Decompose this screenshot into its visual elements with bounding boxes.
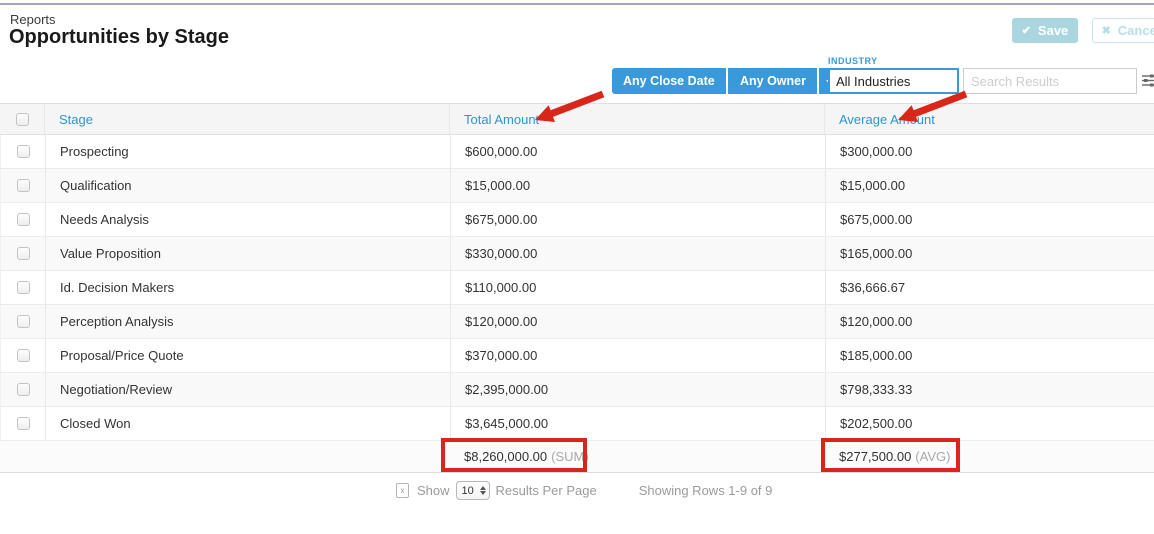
average-amount-cell: $798,333.33 xyxy=(826,373,1154,406)
row-checkbox-cell xyxy=(1,407,46,440)
total-amount-cell: $2,395,000.00 xyxy=(451,373,826,406)
filter-sliders-icon[interactable] xyxy=(1142,74,1154,87)
row-checkbox[interactable] xyxy=(17,417,30,430)
row-checkbox[interactable] xyxy=(17,383,30,396)
x-icon: ✖ xyxy=(1102,24,1111,37)
total-amount-cell: $600,000.00 xyxy=(451,135,826,168)
page-size-value: 10 xyxy=(462,485,474,497)
row-checkbox-cell xyxy=(1,135,46,168)
sum-cell: $8,260,000.00 (SUM) xyxy=(450,441,825,472)
pagination-footer: x Show 10 Results Per Page Showing Rows … xyxy=(396,481,772,500)
stage-cell: Perception Analysis xyxy=(46,305,451,338)
action-buttons: ✔ Save ✖ Cancel xyxy=(1012,18,1154,43)
stage-cell: Value Proposition xyxy=(46,237,451,270)
average-amount-cell: $202,500.00 xyxy=(826,407,1154,440)
avg-cell: $277,500.00 (AVG) xyxy=(825,441,1154,472)
stage-cell: Prospecting xyxy=(46,135,451,168)
table-row: Proposal/Price Quote $370,000.00 $185,00… xyxy=(0,339,1154,373)
average-amount-column-header-cell: Average Amount xyxy=(825,104,1154,134)
industry-label: INDUSTRY xyxy=(828,56,959,66)
row-checkbox[interactable] xyxy=(17,247,30,260)
close-date-filter-button[interactable]: Any Close Date xyxy=(612,68,726,94)
export-icon[interactable]: x xyxy=(396,483,409,498)
page-size-select[interactable]: 10 xyxy=(456,481,490,500)
stage-cell: Qualification xyxy=(46,169,451,202)
table-row: Value Proposition $330,000.00 $165,000.0… xyxy=(0,237,1154,271)
top-divider xyxy=(0,3,1154,5)
cancel-button-label: Cancel xyxy=(1118,23,1154,38)
industry-filter: INDUSTRY All Industries xyxy=(828,56,959,94)
total-amount-column-header-cell: Total Amount xyxy=(450,104,825,134)
row-checkbox[interactable] xyxy=(17,179,30,192)
table-row: Closed Won $3,645,000.00 $202,500.00 xyxy=(0,407,1154,441)
table-row: Id. Decision Makers $110,000.00 $36,666.… xyxy=(0,271,1154,305)
stage-cell: Id. Decision Makers xyxy=(46,271,451,304)
row-checkbox[interactable] xyxy=(17,213,30,226)
average-amount-cell: $36,666.67 xyxy=(826,271,1154,304)
breadcrumb[interactable]: Reports xyxy=(10,12,56,27)
show-label: Show xyxy=(417,483,450,498)
industry-select[interactable]: All Industries xyxy=(828,68,959,94)
stage-cell: Closed Won xyxy=(46,407,451,440)
average-amount-cell: $120,000.00 xyxy=(826,305,1154,338)
row-checkbox[interactable] xyxy=(17,349,30,362)
average-amount-cell: $15,000.00 xyxy=(826,169,1154,202)
owner-filter: Any Owner xyxy=(729,68,840,94)
row-checkbox-cell xyxy=(1,373,46,406)
table-row: Perception Analysis $120,000.00 $120,000… xyxy=(0,305,1154,339)
avg-value: $277,500.00 xyxy=(839,449,911,464)
total-amount-cell: $110,000.00 xyxy=(451,271,826,304)
total-amount-cell: $330,000.00 xyxy=(451,237,826,270)
select-all-checkbox[interactable] xyxy=(16,113,29,126)
total-amount-cell: $675,000.00 xyxy=(451,203,826,236)
row-checkbox-cell xyxy=(1,203,46,236)
total-amount-cell: $3,645,000.00 xyxy=(451,407,826,440)
page-title: Opportunities by Stage xyxy=(9,26,229,49)
average-amount-column-header[interactable]: Average Amount xyxy=(839,112,935,127)
row-checkbox[interactable] xyxy=(17,281,30,294)
row-checkbox-cell xyxy=(1,339,46,372)
table-row: Negotiation/Review $2,395,000.00 $798,33… xyxy=(0,373,1154,407)
total-amount-cell: $120,000.00 xyxy=(451,305,826,338)
stage-column-header-cell: Stage xyxy=(45,104,450,134)
cancel-button[interactable]: ✖ Cancel xyxy=(1092,18,1154,43)
row-checkbox[interactable] xyxy=(17,315,30,328)
reports-page: Reports Opportunities by Stage ✔ Save ✖ … xyxy=(0,0,1154,534)
average-amount-cell: $675,000.00 xyxy=(826,203,1154,236)
avg-label: (AVG) xyxy=(915,449,950,464)
save-button-label: Save xyxy=(1038,23,1068,38)
row-checkbox-cell xyxy=(1,305,46,338)
row-checkbox-cell xyxy=(1,169,46,202)
average-amount-cell: $300,000.00 xyxy=(826,135,1154,168)
owner-filter-button[interactable]: Any Owner xyxy=(729,68,817,94)
table-row: Prospecting $600,000.00 $300,000.00 xyxy=(0,135,1154,169)
stage-cell: Needs Analysis xyxy=(46,203,451,236)
report-table: Stage Total Amount Average Amount Prospe… xyxy=(0,103,1154,473)
table-row: Qualification $15,000.00 $15,000.00 xyxy=(0,169,1154,203)
results-per-page-label: Results Per Page xyxy=(496,483,597,498)
total-amount-cell: $370,000.00 xyxy=(451,339,826,372)
stage-cell: Negotiation/Review xyxy=(46,373,451,406)
sum-value: $8,260,000.00 xyxy=(464,449,547,464)
stepper-icon xyxy=(480,486,486,495)
summary-row: $8,260,000.00 (SUM) $277,500.00 (AVG) xyxy=(0,441,1154,473)
total-amount-cell: $15,000.00 xyxy=(451,169,826,202)
stage-cell: Proposal/Price Quote xyxy=(46,339,451,372)
save-button[interactable]: ✔ Save xyxy=(1012,18,1078,43)
row-checkbox-cell xyxy=(1,237,46,270)
search-input[interactable] xyxy=(963,68,1137,94)
table-row: Needs Analysis $675,000.00 $675,000.00 xyxy=(0,203,1154,237)
table-body: Prospecting $600,000.00 $300,000.00 Qual… xyxy=(0,135,1154,441)
row-checkbox[interactable] xyxy=(17,145,30,158)
table-header: Stage Total Amount Average Amount xyxy=(0,103,1154,135)
sum-label: (SUM) xyxy=(551,449,589,464)
average-amount-cell: $185,000.00 xyxy=(826,339,1154,372)
row-checkbox-cell xyxy=(1,271,46,304)
stage-column-header[interactable]: Stage xyxy=(59,112,93,127)
total-amount-column-header[interactable]: Total Amount xyxy=(464,112,539,127)
average-amount-cell: $165,000.00 xyxy=(826,237,1154,270)
check-icon: ✔ xyxy=(1022,24,1031,37)
header-checkbox-cell xyxy=(0,104,45,134)
rows-status: Showing Rows 1-9 of 9 xyxy=(639,483,773,498)
